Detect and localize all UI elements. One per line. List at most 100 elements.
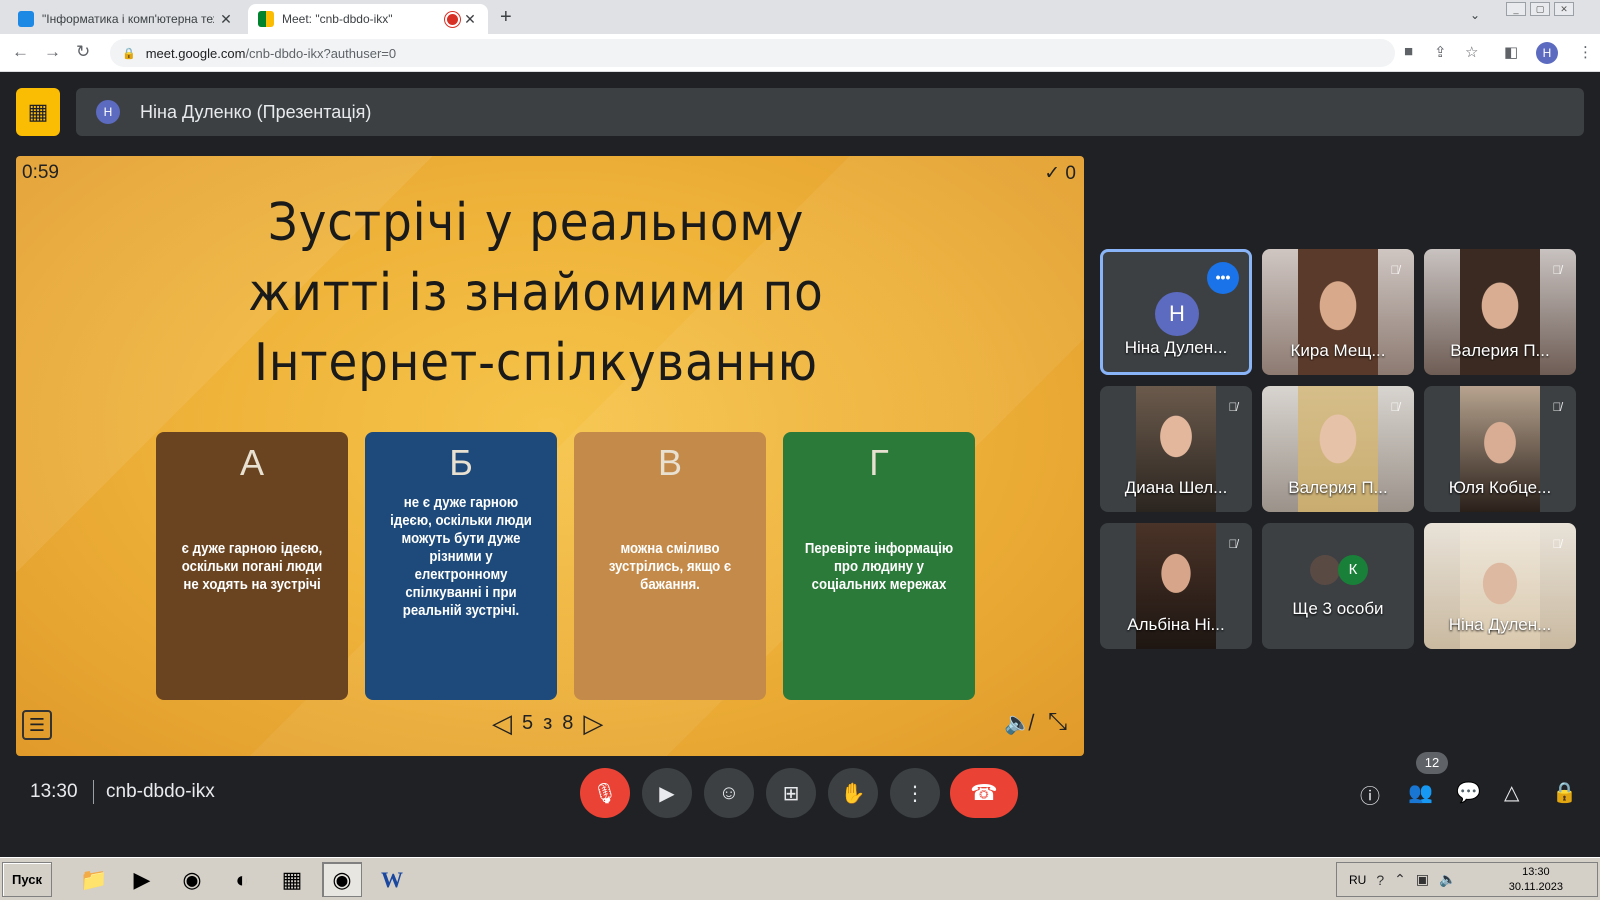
- more-options-icon[interactable]: •••: [1207, 262, 1239, 294]
- mic-off-icon: 🎙̸: [1390, 400, 1400, 414]
- close-tab-icon[interactable]: ✕: [218, 11, 234, 28]
- participant-name: Диана Шел...: [1124, 478, 1228, 497]
- classroom-favicon-icon: [18, 11, 34, 27]
- presentation-banner: Н Ніна Дуленко (Презентація): [76, 88, 1584, 136]
- start-button[interactable]: Пуск: [2, 862, 52, 897]
- raise-hand-button[interactable]: ✋: [828, 768, 878, 818]
- participant-name: Кира Мещ...: [1290, 341, 1386, 360]
- question-line: Зустрічі у реальному: [267, 193, 805, 253]
- participant-name: Альбіна Ні...: [1127, 615, 1225, 634]
- participant-tile-more[interactable]: К Ще 3 особи: [1262, 523, 1414, 649]
- reactions-button[interactable]: ☺: [704, 768, 754, 818]
- answer-letter: В: [657, 442, 682, 483]
- meet-favicon-icon: [258, 11, 274, 27]
- close-tab-icon[interactable]: ✕: [462, 11, 478, 28]
- mic-off-icon: 🎙̸: [1228, 400, 1238, 414]
- new-tab-button[interactable]: +: [500, 6, 512, 29]
- exit-fullscreen-icon[interactable]: ⤡: [1048, 708, 1067, 736]
- meeting-code: cnb-dbdo-ikx: [106, 781, 215, 802]
- answer-card-v[interactable]: В можна сміливо зустрілись, якщо є бажан…: [574, 432, 766, 700]
- chrome-icon[interactable]: ◉: [172, 862, 212, 897]
- profile-avatar[interactable]: Н: [1536, 42, 1558, 64]
- answer-letter: Б: [449, 442, 473, 483]
- participant-tile[interactable]: 🎙̸ Диана Шел...: [1100, 386, 1252, 512]
- answer-card-b[interactable]: Б не є дуже гарною ідеєю, оскільки люди …: [365, 432, 557, 700]
- browser-menu-icon[interactable]: ⋮: [1578, 43, 1593, 61]
- close-window-button[interactable]: ✕: [1554, 2, 1574, 16]
- participant-avatar: Н: [1155, 292, 1199, 336]
- minimize-button[interactable]: _: [1506, 2, 1526, 16]
- browser-tab-informatics[interactable]: "Інформатика і комп'ютерна техні ✕: [8, 4, 244, 34]
- volume-icon[interactable]: 🔈: [1439, 871, 1456, 888]
- back-arrow-icon[interactable]: ←: [12, 42, 29, 62]
- browser-tab-strip: "Інформатика і комп'ютерна техні ✕ Meet:…: [0, 0, 1600, 34]
- bookmark-star-icon[interactable]: ☆: [1465, 43, 1478, 61]
- sound-off-icon[interactable]: 🔈̸: [1004, 710, 1031, 736]
- pager-current: 5: [522, 712, 534, 734]
- participant-name: Валерия П...: [1288, 478, 1388, 497]
- answer-letter: Г: [869, 442, 889, 483]
- people-icon[interactable]: 👥: [1408, 780, 1433, 805]
- clock-time: 13:30: [1522, 866, 1550, 878]
- clock-date: 30.11.2023: [1508, 881, 1563, 893]
- answer-card-a[interactable]: А є дуже гарною ідеєю, оскільки погані л…: [156, 432, 348, 700]
- host-controls-icon[interactable]: 🔒: [1552, 780, 1577, 805]
- camera-toggle-button[interactable]: ▶: [642, 768, 692, 818]
- participant-tile[interactable]: ••• Н Ніна Дулен...: [1100, 249, 1252, 375]
- participant-tile[interactable]: 🎙̸ Валерия П...: [1262, 386, 1414, 512]
- media-player-icon[interactable]: ▶: [122, 862, 162, 897]
- tab-search-chevron-icon[interactable]: ⌄: [1470, 8, 1480, 22]
- edge-icon[interactable]: ◐: [222, 862, 262, 897]
- chat-icon[interactable]: 💬: [1456, 780, 1481, 805]
- activities-icon[interactable]: △: [1504, 780, 1519, 805]
- answer-text: не є дуже гарною ідеєю, оскільки люди мо…: [390, 494, 532, 619]
- pager-total: 8: [562, 712, 574, 734]
- slide-pager: ◁ 5 з 8 ▷: [492, 708, 603, 739]
- start-label: Пуск: [12, 872, 42, 887]
- side-panel-icon[interactable]: ◧: [1504, 43, 1518, 61]
- taskbar-clock[interactable]: 13:30 30.11.2023: [1509, 865, 1563, 895]
- participant-name: Валерия П...: [1450, 341, 1550, 360]
- next-slide-icon[interactable]: ▷: [583, 708, 603, 739]
- answer-card-g[interactable]: Г Перевірте інформацію про людину у соці…: [783, 432, 975, 700]
- file-explorer-icon[interactable]: 📁: [74, 862, 114, 897]
- os-taskbar: Пуск 📁 ▶ ◉ ◐ ▦ ◉ W RU ? ⌃ ▣ 🔈 13:30 30.1…: [0, 857, 1600, 900]
- reload-icon[interactable]: ↻: [76, 42, 90, 62]
- question-title: Зустрічі у реальному житті із знайомими …: [176, 188, 896, 398]
- participant-name: Юля Кобце...: [1448, 478, 1552, 497]
- participant-tile[interactable]: 🎙̸ Юля Кобце...: [1424, 386, 1576, 512]
- word-icon[interactable]: W: [372, 862, 412, 897]
- leave-call-button[interactable]: ☎: [950, 768, 1018, 818]
- mic-toggle-button[interactable]: 🎙: [580, 768, 630, 818]
- participant-tile[interactable]: 🎙̸ Валерия П...: [1424, 249, 1576, 375]
- calculator-icon[interactable]: ▦: [272, 862, 312, 897]
- meeting-info-icon[interactable]: ⓘ: [1360, 780, 1380, 809]
- participant-tile[interactable]: 🎙̸ Ніна Дулен...: [1424, 523, 1576, 649]
- present-screen-button[interactable]: ⊞: [766, 768, 816, 818]
- answer-text: є дуже гарною ідеєю, оскільки погані люд…: [181, 540, 323, 593]
- browser-toolbar: ← → ↻ 🔒 meet.google.com/cnb-dbdo-ikx?aut…: [0, 34, 1600, 72]
- stop-presentation-icon[interactable]: ▦: [16, 88, 60, 136]
- share-icon[interactable]: ⇪: [1434, 43, 1447, 61]
- prev-slide-icon[interactable]: ◁: [492, 708, 512, 739]
- help-icon[interactable]: ?: [1376, 872, 1384, 888]
- question-line: житті із знайомими по: [248, 263, 824, 323]
- tab-title: "Інформатика і комп'ютерна техні: [42, 12, 214, 26]
- browser-tab-meet[interactable]: Meet: "cnb-dbdo-ikx" ✕: [248, 4, 488, 34]
- forward-arrow-icon[interactable]: →: [44, 42, 61, 62]
- participant-tile[interactable]: 🎙̸ Альбіна Ні...: [1100, 523, 1252, 649]
- presenter-label: Ніна Дуленко (Презентація): [140, 101, 372, 122]
- answer-letter: А: [239, 442, 264, 483]
- pager-sep: з: [543, 712, 553, 734]
- participant-tile[interactable]: 🎙̸ Кира Мещ...: [1262, 249, 1414, 375]
- more-options-button[interactable]: ⋮: [890, 768, 940, 818]
- tray-expand-icon[interactable]: ⌃: [1394, 871, 1406, 888]
- chrome-active-icon[interactable]: ◉: [322, 862, 362, 897]
- camera-in-use-icon[interactable]: ■: [1404, 43, 1413, 60]
- slide-menu-icon[interactable]: ☰: [22, 710, 52, 740]
- language-indicator[interactable]: RU: [1349, 873, 1366, 887]
- participant-name: Ніна Дулен...: [1124, 338, 1228, 357]
- address-bar[interactable]: 🔒 meet.google.com/cnb-dbdo-ikx?authuser=…: [110, 39, 1395, 67]
- network-icon[interactable]: ▣: [1416, 871, 1429, 888]
- restore-button[interactable]: ▢: [1530, 2, 1550, 16]
